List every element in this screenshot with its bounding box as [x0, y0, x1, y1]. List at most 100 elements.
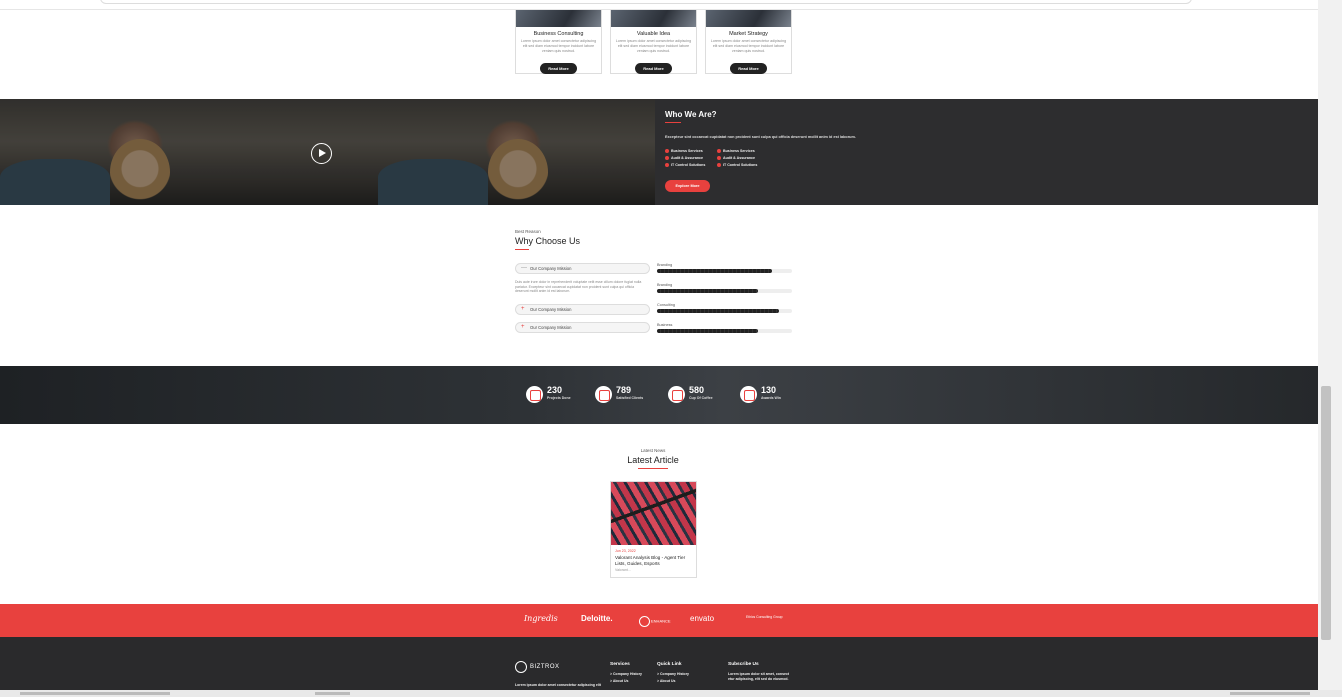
service-text: Lorem ipsum dolor amet consectetur adipi… [710, 39, 787, 53]
why-choose-us-section: Best Reason Why Choose Us — Our Company … [515, 229, 795, 333]
bullet-icon [665, 163, 669, 167]
footer-subscribe-text: Lorem ipsum dolor sit amet, consect etur… [728, 672, 790, 681]
footer-subscribe: Subscribe Us Lorem ipsum dolor sit amet,… [728, 662, 792, 682]
page-content: Business Consulting Lorem ipsum dolor am… [0, 0, 1318, 697]
logo-icon [515, 661, 527, 673]
accordion-item[interactable]: — Our Company Mission [515, 263, 650, 274]
footer-text: Lorem ipsum dolor amet consectetur adipi… [515, 683, 601, 687]
footer-heading: Subscribe Us [728, 662, 759, 667]
strip-mark [1230, 692, 1310, 695]
title-underline [665, 122, 681, 123]
read-more-button[interactable]: Read More [635, 63, 672, 74]
service-image [706, 10, 791, 27]
footer-heading: Services [610, 662, 630, 667]
team-photo [378, 99, 655, 205]
footer-services: Services > Company History > About Us [610, 662, 642, 683]
browser-viewport: Business Consulting Lorem ipsum dolor am… [0, 0, 1342, 697]
footer-link[interactable]: > About Us [657, 679, 689, 683]
skill-bar: Branding [657, 283, 792, 293]
photo-figure [110, 139, 170, 205]
section-kicker: Best Reason [515, 229, 541, 234]
logo-text: BIZTROX [530, 664, 560, 670]
list-item: IT Control Solutions [717, 163, 777, 167]
counters-section: 230 Projects Done 789 Satisfied Clients … [0, 366, 1318, 424]
address-bar[interactable] [100, 0, 1192, 4]
skill-track [657, 309, 792, 313]
article-title[interactable]: Valorant Analysis Blog - Agent Tier List… [615, 555, 692, 567]
section-title: Who We Are? [665, 110, 717, 119]
skill-track [657, 289, 792, 293]
accordion-content: Duis aute irure dolor in reprehenderit v… [515, 280, 642, 293]
brand-logo: Ethics Consulting Group [746, 615, 783, 619]
service-card: Market Strategy Lorem ipsum dolor amet c… [705, 10, 792, 74]
skill-fill [657, 269, 772, 273]
accordion-item[interactable]: + Our Company Mission [515, 322, 650, 333]
title-underline [515, 249, 529, 250]
photo-figure [488, 139, 548, 205]
list-item-label: IT Control Solutions [723, 163, 758, 167]
accordion-label: Our Company Mission [530, 307, 572, 312]
play-video-icon[interactable] [311, 143, 332, 164]
bottom-strip [0, 690, 1342, 697]
footer-link[interactable]: > Company History [657, 672, 689, 676]
footer-logo[interactable]: BIZTROX [515, 661, 560, 673]
skill-fill [657, 329, 759, 333]
footer-link-label: About Us [612, 679, 629, 683]
skill-fill [657, 289, 759, 293]
footer-link[interactable]: > Company History [610, 672, 642, 676]
footer-quick-links: Quick Link > Company History > About Us [657, 662, 689, 683]
footer-link[interactable]: > About Us [610, 679, 642, 683]
service-text: Lorem ipsum dolor amet consectetur adipi… [520, 39, 597, 53]
list-item-label: Audit & Assurance [671, 156, 704, 160]
list-item: Audit & Assurance [717, 156, 777, 160]
accordion-item[interactable]: + Our Company Mission [515, 304, 650, 315]
who-we-are-section: Who We Are? Excepteur sint occaecat cupi… [0, 99, 1318, 205]
section-title: Why Choose Us [515, 236, 581, 246]
article-card[interactable]: Jun 23, 2022 Valorant Analysis Blog - Ag… [610, 481, 697, 578]
section-text: Excepteur sint occaecat cupidatat non pr… [665, 135, 856, 139]
skill-label: Consulting [657, 303, 675, 307]
service-image [611, 10, 696, 27]
bullet-icon [665, 156, 669, 160]
counter-label: Cup Of Coffee [689, 396, 713, 400]
award-icon [740, 386, 757, 403]
title-underline [638, 468, 668, 469]
service-card: Business Consulting Lorem ipsum dolor am… [515, 10, 602, 74]
service-list: Business Services Business Services Audi… [665, 149, 865, 167]
counter-label: Awards Win [761, 396, 781, 400]
bullet-icon [717, 156, 721, 160]
brand-logo: Deloitte. [581, 614, 613, 623]
bullet-icon [717, 149, 721, 153]
service-text: Lorem ipsum dolor amet consectetur adipi… [615, 39, 692, 53]
expand-icon: + [521, 306, 525, 312]
counter-value: 580 [689, 385, 705, 395]
photo-figure [0, 159, 110, 205]
brand-logo: ENHANCE [639, 616, 671, 627]
accordion-label: Our Company Mission [530, 266, 572, 271]
counter-label: Projects Done [547, 396, 571, 400]
bullet-icon [665, 149, 669, 153]
list-item-label: Business Services [671, 149, 703, 153]
projects-icon [526, 386, 543, 403]
explore-more-button[interactable]: Explore More [665, 180, 710, 192]
scrollbar-thumb[interactable] [1321, 386, 1331, 640]
brand-logo: envato [690, 614, 715, 623]
collapse-icon: — [521, 265, 527, 271]
service-image [516, 10, 601, 27]
strip-mark [315, 692, 350, 695]
list-item: Audit & Assurance [665, 156, 717, 160]
skill-bar: Business [657, 323, 792, 333]
skill-track [657, 269, 792, 273]
list-item-label: Audit & Assurance [723, 156, 756, 160]
footer-link-label: About Us [659, 679, 676, 683]
list-item-label: IT Control Solutions [671, 163, 706, 167]
section-title: Latest Article [627, 455, 679, 465]
skill-label: Branding [657, 283, 673, 287]
article-image[interactable] [611, 482, 696, 545]
vertical-scrollbar[interactable] [1318, 0, 1342, 697]
read-more-button[interactable]: Read More [730, 63, 767, 74]
bullet-icon [717, 163, 721, 167]
brand-logo: Ingredis [524, 614, 558, 623]
read-more-button[interactable]: Read More [540, 63, 577, 74]
counter-label: Satisfied Clients [616, 396, 644, 400]
